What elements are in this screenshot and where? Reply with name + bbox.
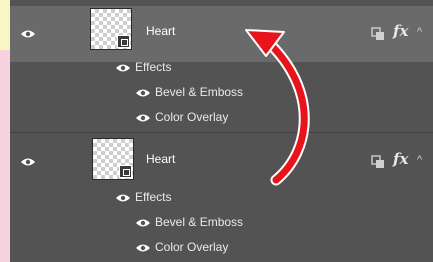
effect-item-color-overlay[interactable]: Color Overlay xyxy=(135,240,295,256)
eye-visibility-icon[interactable] xyxy=(20,29,36,39)
effect-label: Bevel & Emboss xyxy=(155,85,244,99)
layer-row-heart[interactable]: Heart fx ^ xyxy=(10,134,433,190)
smart-object-icon xyxy=(119,165,132,178)
chevron-up-icon[interactable]: ^ xyxy=(417,26,422,38)
eye-visibility-icon[interactable] xyxy=(135,218,151,228)
effects-group-item[interactable]: Effects xyxy=(115,60,265,76)
fx-icon[interactable]: fx xyxy=(393,22,408,40)
effects-label: Effects xyxy=(135,60,172,74)
smart-object-icon xyxy=(117,35,130,48)
effect-label: Color Overlay xyxy=(155,240,229,254)
layer-divider xyxy=(10,132,433,133)
layer-thumbnail[interactable] xyxy=(90,8,132,50)
effect-label: Color Overlay xyxy=(155,110,229,124)
effects-label: Effects xyxy=(135,190,172,204)
link-layers-icon[interactable] xyxy=(371,155,385,169)
layer-row-heart-selected[interactable]: Heart fx ^ xyxy=(10,6,433,62)
eye-visibility-icon[interactable] xyxy=(135,88,151,98)
link-layers-icon[interactable] xyxy=(371,27,385,41)
effects-group-item[interactable]: Effects xyxy=(115,190,265,206)
eye-visibility-icon[interactable] xyxy=(135,113,151,123)
eye-visibility-icon[interactable] xyxy=(115,63,131,73)
effect-item-color-overlay[interactable]: Color Overlay xyxy=(135,110,295,126)
background-strip xyxy=(0,50,10,262)
effect-item-bevel-emboss[interactable]: Bevel & Emboss xyxy=(135,85,295,101)
fx-icon[interactable]: fx xyxy=(393,150,408,168)
eye-visibility-icon[interactable] xyxy=(115,193,131,203)
eye-visibility-icon[interactable] xyxy=(135,243,151,253)
effect-label: Bevel & Emboss xyxy=(155,215,244,229)
layer-name[interactable]: Heart xyxy=(146,152,175,166)
layers-panel: Heart fx ^ Effects Bevel & Emboss Color … xyxy=(10,0,433,262)
effect-item-bevel-emboss[interactable]: Bevel & Emboss xyxy=(135,215,295,231)
layer-name[interactable]: Heart xyxy=(146,24,175,38)
eye-visibility-icon[interactable] xyxy=(20,157,36,167)
layer-thumbnail[interactable] xyxy=(92,138,134,180)
chevron-up-icon[interactable]: ^ xyxy=(417,154,422,166)
